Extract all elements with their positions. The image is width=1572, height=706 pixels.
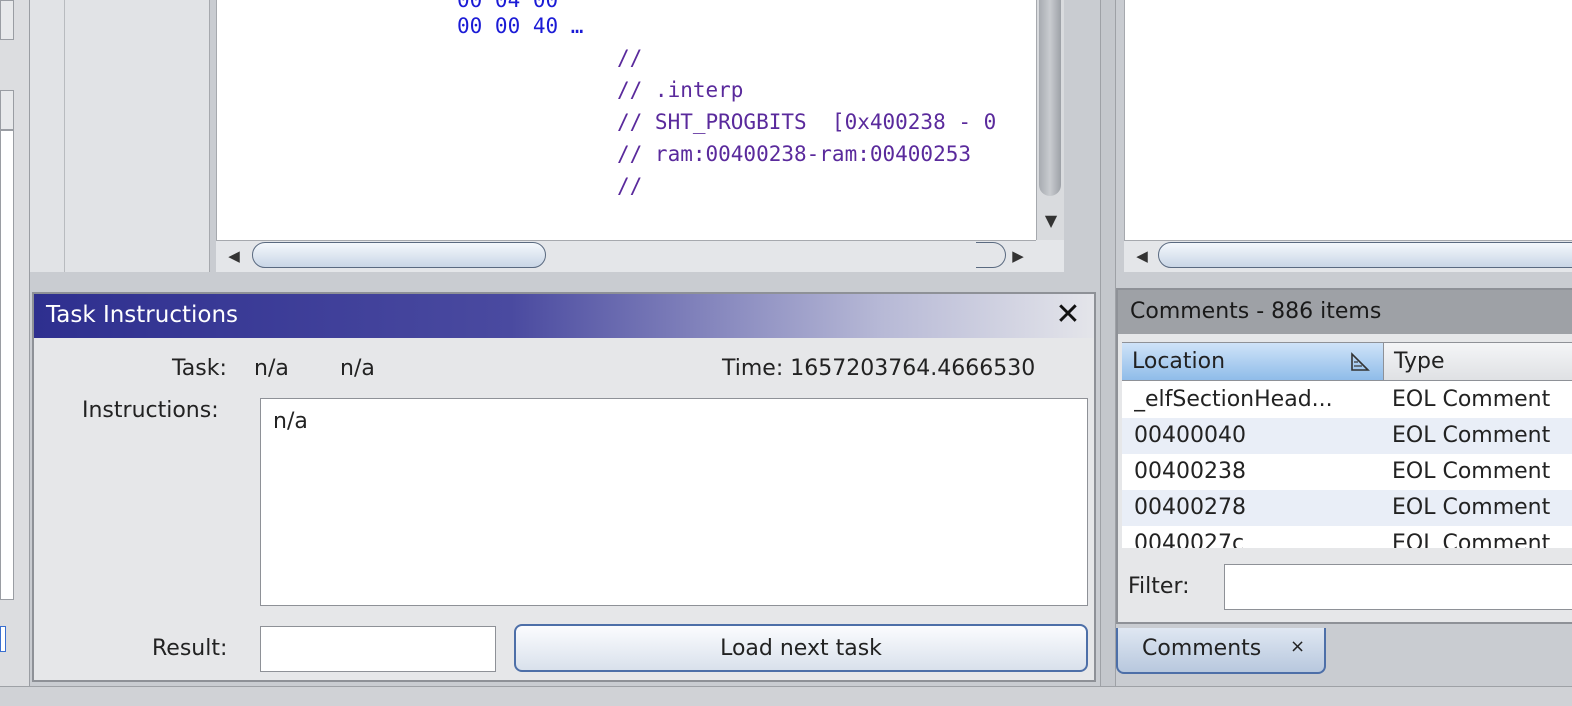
scroll-thumb[interactable] xyxy=(1039,0,1061,196)
tab-label: Comments xyxy=(1142,636,1262,661)
tab-comments[interactable]: Comments × xyxy=(1116,628,1326,674)
listing-vertical-scrollbar[interactable]: ▼ xyxy=(1036,0,1064,240)
listing-margin xyxy=(30,0,210,272)
listing-line[interactable]: // xyxy=(617,46,642,70)
left-panel-mid xyxy=(0,90,14,130)
left-panel-field[interactable] xyxy=(0,626,6,652)
scroll-thumb[interactable] xyxy=(1158,242,1572,268)
comments-panel-header: Comments - 886 items xyxy=(1118,290,1572,334)
listing-line[interactable]: // SHT_PROGBITS [0x400238 - 0 xyxy=(617,110,996,134)
listing-line[interactable]: // ram:00400238-ram:00400253 xyxy=(617,142,971,166)
listing-line[interactable]: 00 00 40 … xyxy=(457,14,583,38)
left-panel-top xyxy=(0,0,14,40)
listing-line[interactable]: 00 04 00 xyxy=(457,0,558,12)
task-panel-title: Task Instructions xyxy=(46,302,239,328)
instructions-label: Instructions: xyxy=(82,398,219,423)
cell-location: _elfSectionHead... xyxy=(1134,387,1333,412)
comments-panel: Comments - 886 items Location Type _elfS… xyxy=(1116,288,1572,624)
task-value-secondary: n/a xyxy=(340,356,375,381)
task-value: n/a xyxy=(254,356,289,381)
listing-line[interactable]: // .interp xyxy=(617,78,743,102)
listing-view[interactable]: 00 04 00 00 00 40 … // // .interp // SHT… xyxy=(216,0,1036,240)
instructions-text-area[interactable]: n/a xyxy=(260,398,1088,606)
sort-icon[interactable] xyxy=(1348,350,1372,374)
column-header-location[interactable]: Location xyxy=(1122,343,1384,381)
split-divider[interactable] xyxy=(1100,0,1116,686)
task-instructions-panel: Task Instructions ✕ Task: n/a n/a Time: … xyxy=(32,292,1096,682)
left-panel-strip xyxy=(0,0,30,686)
result-input[interactable] xyxy=(260,626,496,672)
cell-type: EOL Comment xyxy=(1392,531,1551,548)
left-panel-content xyxy=(0,130,14,600)
column-header-type[interactable]: Type xyxy=(1384,343,1572,381)
scroll-right-icon[interactable]: ▶ xyxy=(1004,241,1032,271)
load-next-task-button[interactable]: Load next task xyxy=(514,624,1088,672)
scroll-left-icon[interactable]: ◀ xyxy=(1128,241,1156,271)
status-bar xyxy=(0,686,1572,706)
result-label: Result: xyxy=(152,636,228,661)
cell-type: EOL Comment xyxy=(1392,387,1551,412)
cell-location: 00400040 xyxy=(1134,423,1246,448)
filter-input[interactable] xyxy=(1224,564,1572,610)
scroll-thumb-end xyxy=(976,242,1006,268)
cell-location: 00400278 xyxy=(1134,495,1246,520)
table-row[interactable]: 00400040 EOL Comment xyxy=(1122,418,1572,454)
cell-type: EOL Comment xyxy=(1392,495,1551,520)
decompiler-view[interactable] xyxy=(1124,0,1572,240)
listing-line[interactable]: // xyxy=(617,174,642,198)
close-icon[interactable]: × xyxy=(1290,636,1305,657)
decompiler-horizontal-scrollbar[interactable]: ◀ xyxy=(1124,240,1572,272)
scroll-thumb[interactable] xyxy=(252,242,546,268)
comments-table[interactable]: Location Type _elfSectionHead... EOL Com… xyxy=(1122,342,1572,548)
table-row[interactable]: 00400278 EOL Comment xyxy=(1122,490,1572,526)
scroll-left-icon[interactable]: ◀ xyxy=(220,241,248,271)
close-icon[interactable]: ✕ xyxy=(1052,298,1084,332)
cell-location: 00400238 xyxy=(1134,459,1246,484)
cell-location: 0040027c xyxy=(1134,531,1245,548)
table-row[interactable]: 0040027c EOL Comment xyxy=(1122,526,1572,548)
task-time: Time: 1657203764.4666530 xyxy=(722,356,1036,381)
comments-panel-title: Comments - 886 items xyxy=(1130,299,1382,324)
cell-type: EOL Comment xyxy=(1392,423,1551,448)
listing-horizontal-scrollbar[interactable]: ◀ ▶ xyxy=(216,240,1036,272)
filter-label: Filter: xyxy=(1128,574,1190,599)
task-label: Task: xyxy=(172,356,227,381)
scroll-corner xyxy=(1036,240,1064,272)
scroll-down-icon[interactable]: ▼ xyxy=(1037,204,1065,238)
task-panel-header: Task Instructions ✕ xyxy=(34,294,1094,338)
table-row[interactable]: _elfSectionHead... EOL Comment xyxy=(1122,382,1572,418)
cell-type: EOL Comment xyxy=(1392,459,1551,484)
table-row[interactable]: 00400238 EOL Comment xyxy=(1122,454,1572,490)
